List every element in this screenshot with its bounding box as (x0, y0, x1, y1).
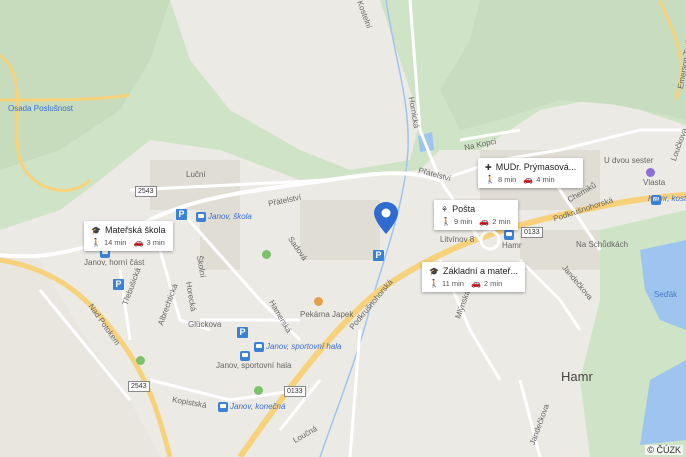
park-icon[interactable] (136, 356, 145, 365)
poi-card-zakladni[interactable]: 🎓 Základní a mateř... 🚶 11 min 🚗 2 min (422, 262, 526, 292)
drive-time: 4 min (536, 175, 555, 184)
bus-stop-icon[interactable] (218, 402, 228, 412)
place-label-osada: Osada Poslušnost (8, 104, 73, 113)
car-icon: 🚗 (133, 238, 144, 247)
bus-stop-icon[interactable] (504, 230, 514, 240)
parking-icon[interactable]: P (176, 209, 187, 220)
shop-icon[interactable] (646, 168, 655, 177)
car-icon: 🚗 (523, 175, 534, 184)
bus-stop-icon[interactable] (196, 212, 206, 222)
walk-time: 14 min (103, 238, 127, 247)
walk-icon: 🚶 (91, 238, 101, 247)
street-label-glucksova: Glückova (188, 320, 222, 329)
road-number-2543: 2543 (135, 186, 157, 197)
bakery-label: Pekárna Japek (300, 310, 354, 319)
poi-card-materska-skola[interactable]: 🎓 Mateřská škola 🚶 14 min 🚗 3 min (84, 221, 173, 251)
place-label-sedak: Seďák (654, 290, 678, 299)
drive-time: 3 min (146, 238, 165, 247)
street-label-lucni: Luční (186, 170, 206, 179)
bakery-icon[interactable] (314, 297, 323, 306)
bus-stop-label: Janov, sportovní hala (266, 342, 342, 351)
map-canvas[interactable]: Luční Přátelství Přátelství Sadová Hamer… (0, 0, 686, 457)
bus-stop-icon[interactable] (254, 342, 264, 352)
bus-stop-icon[interactable] (240, 351, 250, 361)
poi-card-title: Základní a mateř... (442, 266, 519, 276)
walk-time: 11 min (441, 279, 464, 288)
road-number-0133-2: 0133 (521, 227, 543, 238)
location-pin-icon[interactable] (374, 202, 398, 234)
place-label-na-schodkach: Na Schůdkách (576, 240, 629, 249)
car-icon: 🚗 (479, 217, 490, 226)
park-icon[interactable] (262, 250, 271, 259)
parking-icon[interactable]: P (373, 250, 384, 261)
poi-card-posta[interactable]: ⚘ Pošta 🚶 9 min 🚗 2 min (434, 200, 518, 230)
road-number-0133: 0133 (284, 386, 306, 397)
drive-time: 2 min (483, 279, 503, 288)
bus-stop-label: Hamr (502, 241, 522, 250)
parking-icon[interactable]: P (237, 327, 248, 338)
place-label-litvinov: Litvínov 8 (440, 235, 475, 244)
bus-stop-label: Hamr, kostel (648, 194, 686, 203)
bus-stop-label: Janov, sportovní hala (216, 361, 292, 370)
copyright-label: © ČÚZK (645, 445, 683, 455)
car-icon: 🚗 (470, 279, 481, 288)
walk-time: 9 min (453, 217, 473, 226)
walk-icon: 🚶 (441, 217, 451, 226)
poi-card-title: MUDr. Prýmasová... (495, 162, 577, 172)
parking-icon[interactable]: P (113, 279, 124, 290)
walk-icon: 🚶 (485, 175, 495, 184)
park-icon[interactable] (254, 386, 263, 395)
bus-stop-label: Janov, škola (208, 212, 252, 221)
poi-card-mudr[interactable]: ✚ MUDr. Prýmasová... 🚶 8 min 🚗 4 min (478, 158, 584, 188)
poi-card-title: Mateřská škola (104, 225, 166, 235)
walk-time: 8 min (497, 175, 517, 184)
medical-icon: ✚ (485, 162, 492, 172)
post-icon: ⚘ (441, 204, 449, 214)
poi-card-title: Pošta (452, 204, 476, 214)
bus-stop-label: Janov, horní část (84, 258, 145, 267)
school-icon: 🎓 (429, 266, 439, 276)
place-label-u-dvou-sester: U dvou sester (604, 156, 654, 165)
bus-stop-label: Janov, konečná (230, 402, 286, 411)
town-label: Hamr (561, 369, 593, 384)
school-icon: 🎓 (91, 225, 101, 235)
drive-time: 2 min (492, 217, 511, 226)
place-label-vlasta: Vlasta (643, 178, 666, 187)
walk-icon: 🚶 (429, 279, 439, 288)
road-number-2543-2: 2543 (128, 381, 150, 392)
